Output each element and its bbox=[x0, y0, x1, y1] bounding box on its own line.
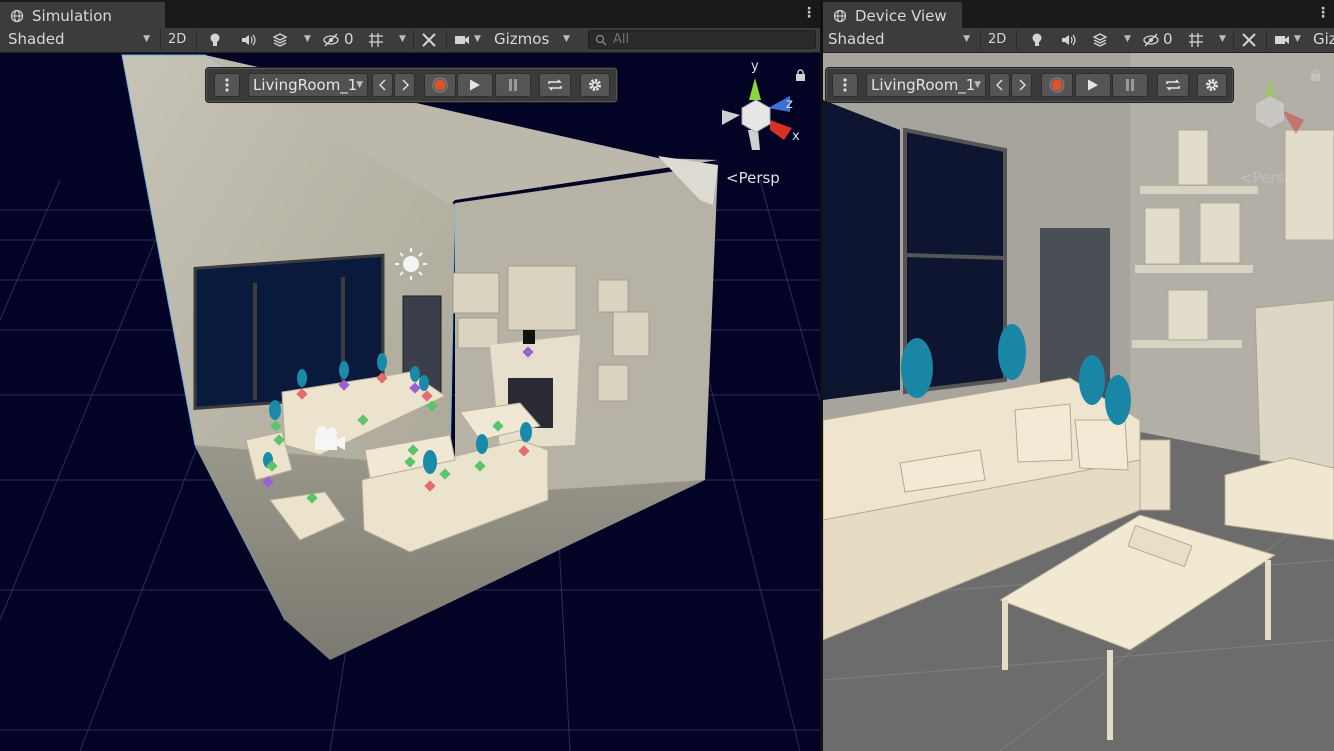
simulation-scene-viewport[interactable]: y z x <Persp bbox=[0, 53, 820, 751]
tools-icon[interactable] bbox=[421, 32, 437, 48]
scene-toolbar: Shaded ▼ 2D ▼ 0 ▼ ▼ Giz bbox=[823, 28, 1334, 53]
pause-button[interactable] bbox=[495, 73, 531, 97]
pause-button[interactable] bbox=[1112, 73, 1148, 97]
shading-mode-dropdown[interactable]: Shaded ▼ bbox=[828, 28, 974, 51]
chevron-down-icon[interactable]: ▼ bbox=[563, 34, 570, 44]
lock-icon[interactable] bbox=[1310, 69, 1321, 81]
environment-dropdown[interactable]: LivingRoom_1 ▼ bbox=[248, 73, 368, 97]
divider bbox=[160, 30, 161, 50]
toggle-2d-button[interactable]: 2D bbox=[988, 28, 1006, 51]
divider bbox=[1233, 30, 1234, 50]
chevron-down-icon: ▼ bbox=[963, 34, 970, 44]
toggle-2d-button[interactable]: 2D bbox=[168, 28, 186, 51]
xr-environment-overlay: LivingRoom_1 ▼ bbox=[825, 67, 1234, 103]
chevron-down-icon: ▼ bbox=[974, 80, 981, 90]
effects-icon[interactable] bbox=[272, 32, 288, 48]
divider bbox=[413, 30, 414, 50]
globe-icon bbox=[833, 9, 847, 23]
tab-bar: Simulation View ⋮ bbox=[0, 0, 820, 49]
tab-bar: Device View ⋮ bbox=[823, 0, 1334, 28]
search-placeholder: All bbox=[613, 32, 630, 47]
camera-icon[interactable] bbox=[454, 32, 470, 48]
divider bbox=[1016, 30, 1017, 50]
shading-mode-label: Shaded bbox=[8, 30, 65, 48]
chevron-down-icon: ▼ bbox=[356, 80, 363, 90]
chevron-down-icon[interactable]: ▼ bbox=[1294, 34, 1301, 44]
lock-icon[interactable] bbox=[795, 69, 806, 81]
device-scene-viewport[interactable]: <Persp bbox=[823, 53, 1334, 751]
chevron-down-icon[interactable]: ▼ bbox=[1124, 34, 1131, 44]
chevron-down-icon[interactable]: ▼ bbox=[1219, 34, 1226, 44]
previous-environment-button[interactable] bbox=[989, 73, 1010, 97]
chevron-left-icon: < bbox=[726, 169, 739, 187]
tab-label: Device View bbox=[855, 7, 947, 25]
shading-mode-label: Shaded bbox=[828, 30, 885, 48]
grid-snap-icon[interactable] bbox=[1188, 32, 1204, 48]
next-environment-button[interactable] bbox=[394, 73, 415, 97]
overlay-menu-button[interactable] bbox=[214, 73, 240, 97]
tab-device-view[interactable]: Device View bbox=[823, 2, 962, 28]
overlay-menu-button[interactable] bbox=[832, 73, 858, 97]
xr-environment-overlay: LivingRoom_1 ▼ bbox=[205, 67, 618, 103]
play-button[interactable] bbox=[1075, 73, 1111, 97]
reset-environment-button[interactable] bbox=[539, 73, 571, 97]
chevron-down-icon[interactable]: ▼ bbox=[399, 34, 406, 44]
effects-icon[interactable] bbox=[1092, 32, 1108, 48]
hidden-objects-icon[interactable] bbox=[1143, 32, 1159, 48]
simulation-view-panel: Simulation View ⋮ Shaded ▼ 2D ▼ 0 ▼ ▼ Gi… bbox=[0, 0, 820, 751]
projection-label: Persp bbox=[1252, 169, 1294, 187]
gizmos-button[interactable]: Gizmos bbox=[494, 28, 549, 51]
grid-snap-icon[interactable] bbox=[368, 32, 384, 48]
gizmos-button[interactable]: Giz bbox=[1313, 28, 1334, 51]
audio-icon[interactable] bbox=[1060, 32, 1076, 48]
lightbulb-icon[interactable] bbox=[207, 32, 223, 48]
search-icon bbox=[595, 34, 607, 46]
environment-dropdown[interactable]: LivingRoom_1 ▼ bbox=[866, 73, 986, 97]
chevron-down-icon[interactable]: ▼ bbox=[474, 34, 481, 44]
globe-icon bbox=[10, 9, 24, 23]
hidden-count: 0 bbox=[344, 30, 354, 48]
device-render bbox=[823, 53, 1334, 751]
hidden-objects-icon[interactable] bbox=[323, 32, 339, 48]
chevron-down-icon[interactable]: ▼ bbox=[304, 34, 311, 44]
environment-label: LivingRoom_1 bbox=[253, 76, 358, 94]
previous-environment-button[interactable] bbox=[372, 73, 393, 97]
divider bbox=[1266, 30, 1267, 50]
record-button[interactable] bbox=[424, 73, 456, 97]
chevron-down-icon: ▼ bbox=[143, 34, 150, 44]
divider bbox=[446, 30, 447, 50]
record-button[interactable] bbox=[1041, 73, 1073, 97]
projection-toggle[interactable]: <Persp bbox=[1240, 169, 1294, 187]
environment-label: LivingRoom_1 bbox=[871, 76, 976, 94]
projection-label: Persp bbox=[738, 169, 780, 187]
scene-toolbar: Shaded ▼ 2D ▼ 0 ▼ ▼ Gizmos ▼ All bbox=[0, 28, 820, 53]
settings-button[interactable] bbox=[1197, 73, 1227, 97]
audio-icon[interactable] bbox=[240, 32, 256, 48]
next-environment-button[interactable] bbox=[1011, 73, 1032, 97]
play-button[interactable] bbox=[457, 73, 493, 97]
panel-menu-button[interactable]: ⋮ bbox=[1316, 3, 1330, 23]
projection-toggle[interactable]: <Persp bbox=[726, 169, 780, 187]
device-view-panel: Device View ⋮ Shaded ▼ 2D ▼ 0 ▼ ▼ Giz <P… bbox=[823, 0, 1334, 751]
lightbulb-icon[interactable] bbox=[1029, 32, 1045, 48]
shading-mode-dropdown[interactable]: Shaded ▼ bbox=[8, 28, 154, 51]
camera-icon[interactable] bbox=[1274, 32, 1290, 48]
settings-button[interactable] bbox=[580, 73, 610, 97]
tools-icon[interactable] bbox=[1241, 32, 1257, 48]
scene-render bbox=[0, 53, 820, 751]
divider bbox=[980, 30, 981, 50]
chevron-left-icon: < bbox=[1240, 169, 1253, 187]
reset-environment-button[interactable] bbox=[1157, 73, 1189, 97]
tab-simulation-view[interactable]: Simulation View bbox=[0, 2, 165, 49]
axis-label-x: x bbox=[792, 129, 800, 144]
divider bbox=[196, 30, 197, 50]
panel-menu-button[interactable]: ⋮ bbox=[802, 3, 816, 23]
axis-label-z: z bbox=[786, 97, 793, 112]
search-input[interactable]: All bbox=[588, 30, 816, 49]
hidden-count: 0 bbox=[1163, 30, 1173, 48]
axis-label-y: y bbox=[751, 59, 759, 74]
